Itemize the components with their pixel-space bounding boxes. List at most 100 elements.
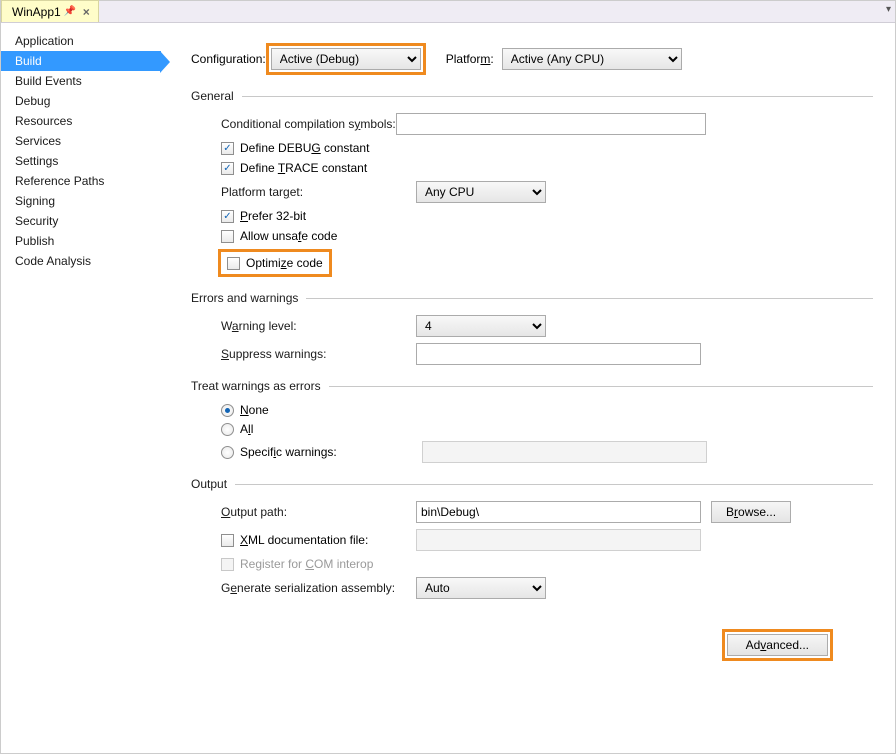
tab-bar: WinApp1 📌 × ▾ [1, 1, 895, 23]
optimize-highlight: Optimize code [218, 249, 332, 277]
output-path-row: Output path: Browse... [221, 501, 873, 523]
sidebar-item-label: Security [15, 214, 58, 228]
sidebar-item-label: Services [15, 134, 61, 148]
tab-title: WinApp1 [12, 5, 61, 19]
suppress-warnings-input[interactable] [416, 343, 701, 365]
gen-serialization-select[interactable]: Auto [416, 577, 546, 599]
prefer-32bit-checkbox[interactable]: ✓ Prefer 32-bit [221, 209, 873, 223]
define-debug-checkbox[interactable]: ✓ Define DEBUG constant [221, 141, 873, 155]
platform-target-row: Platform target: Any CPU [221, 181, 873, 203]
warning-level-label: Warning level: [221, 319, 416, 333]
sidebar-item-label: Code Analysis [15, 254, 91, 268]
checkbox-label: Prefer 32-bit [240, 209, 306, 223]
checkbox-label: Define TRACE constant [240, 161, 367, 175]
checkbox-icon: ✓ [221, 210, 234, 223]
define-trace-checkbox[interactable]: ✓ Define TRACE constant [221, 161, 873, 175]
gen-serialization-row: Generate serialization assembly: Auto [221, 577, 873, 599]
sidebar-item-services[interactable]: Services [1, 131, 161, 151]
sidebar-item-label: Reference Paths [15, 174, 104, 188]
radio-label: Specific warnings: [240, 445, 422, 459]
section-output: Output [191, 477, 873, 491]
treat-all-radio[interactable]: All [221, 422, 873, 436]
optimize-code-checkbox[interactable]: Optimize code [223, 254, 327, 272]
configuration-highlight: Active (Debug) [266, 43, 426, 75]
checkbox-label: Optimize code [246, 256, 323, 270]
document-tab[interactable]: WinApp1 📌 × [1, 0, 99, 22]
warning-level-select[interactable]: 4 [416, 315, 546, 337]
platform-select[interactable]: Active (Any CPU) [502, 48, 682, 70]
section-general: General [191, 89, 873, 103]
section-errors: Errors and warnings [191, 291, 873, 305]
advanced-highlight: Advanced... [722, 629, 833, 661]
allow-unsafe-checkbox[interactable]: Allow unsafe code [221, 229, 873, 243]
sidebar-item-resources[interactable]: Resources [1, 111, 161, 131]
browse-button[interactable]: Browse... [711, 501, 791, 523]
sidebar-item-application[interactable]: Application [1, 31, 161, 51]
section-title: Output [191, 477, 227, 491]
main: Application Build Build Events Debug Res… [1, 23, 895, 753]
sidebar-item-signing[interactable]: Signing [1, 191, 161, 211]
conditional-symbols-label: Conditional compilation symbols: [221, 117, 396, 131]
sidebar-item-security[interactable]: Security [1, 211, 161, 231]
output-path-input[interactable] [416, 501, 701, 523]
sidebar-item-settings[interactable]: Settings [1, 151, 161, 171]
advanced-button[interactable]: Advanced... [727, 634, 828, 656]
platform-target-select[interactable]: Any CPU [416, 181, 546, 203]
conditional-symbols-row: Conditional compilation symbols: [221, 113, 873, 135]
checkbox-label: Register for COM interop [240, 557, 373, 571]
checkbox-label: Allow unsafe code [240, 229, 337, 243]
section-title: Errors and warnings [191, 291, 298, 305]
configuration-select[interactable]: Active (Debug) [271, 48, 421, 70]
sidebar-item-code-analysis[interactable]: Code Analysis [1, 251, 161, 271]
checkbox-icon: ✓ [221, 142, 234, 155]
conditional-symbols-input[interactable] [396, 113, 706, 135]
checkbox-icon [221, 230, 234, 243]
divider [235, 484, 873, 485]
gen-serialization-label: Generate serialization assembly: [221, 581, 416, 595]
output-path-label: Output path: [221, 505, 416, 519]
content: Configuration: Active (Debug) Platform: … [161, 23, 895, 753]
radio-icon [221, 423, 234, 436]
sidebar-item-label: Build [15, 54, 42, 68]
sidebar-item-label: Application [15, 34, 74, 48]
sidebar-item-label: Build Events [15, 74, 82, 88]
checkbox-icon [221, 558, 234, 571]
platform-label: Platform: [446, 52, 494, 66]
sidebar-item-build[interactable]: Build [1, 51, 161, 71]
radio-label: None [240, 403, 269, 417]
sidebar-item-reference-paths[interactable]: Reference Paths [1, 171, 161, 191]
tab-dropdown-icon[interactable]: ▾ [886, 4, 891, 15]
divider [306, 298, 873, 299]
warning-level-row: Warning level: 4 [221, 315, 873, 337]
checkbox-icon [227, 257, 240, 270]
checkbox-label: Define DEBUG constant [240, 141, 369, 155]
sidebar: Application Build Build Events Debug Res… [1, 23, 161, 753]
config-platform-row: Configuration: Active (Debug) Platform: … [191, 43, 873, 75]
suppress-warnings-row: Suppress warnings: [221, 343, 873, 365]
configuration-label: Configuration: [191, 52, 266, 66]
register-com-checkbox: Register for COM interop [221, 557, 873, 571]
sidebar-item-label: Signing [15, 194, 55, 208]
section-title: General [191, 89, 234, 103]
sidebar-item-publish[interactable]: Publish [1, 231, 161, 251]
sidebar-item-label: Debug [15, 94, 50, 108]
close-icon[interactable]: × [83, 5, 90, 19]
radio-icon [221, 446, 234, 459]
platform-target-label: Platform target: [221, 185, 416, 199]
treat-none-radio[interactable]: None [221, 403, 873, 417]
checkbox-icon: ✓ [221, 162, 234, 175]
specific-warnings-input [422, 441, 707, 463]
xml-doc-input [416, 529, 701, 551]
divider [329, 386, 873, 387]
sidebar-item-label: Publish [15, 234, 54, 248]
suppress-warnings-label: Suppress warnings: [221, 347, 416, 361]
xml-doc-checkbox[interactable]: XML documentation file: [221, 529, 873, 551]
section-title: Treat warnings as errors [191, 379, 321, 393]
radio-label: All [240, 422, 253, 436]
sidebar-item-build-events[interactable]: Build Events [1, 71, 161, 91]
treat-specific-radio[interactable]: Specific warnings: [221, 441, 873, 463]
radio-icon [221, 404, 234, 417]
sidebar-item-debug[interactable]: Debug [1, 91, 161, 111]
section-treat: Treat warnings as errors [191, 379, 873, 393]
pin-icon[interactable]: 📌 [65, 7, 75, 17]
